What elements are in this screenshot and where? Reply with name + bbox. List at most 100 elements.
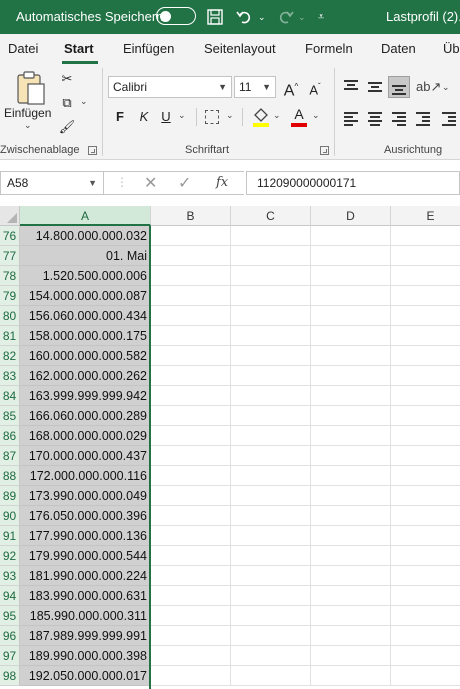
select-all-button[interactable] [0,206,20,226]
row-header[interactable]: 85 [0,406,20,426]
paste-button-label[interactable]: Einfügen [4,106,51,120]
grid-cell[interactable] [311,286,391,306]
grid-cell[interactable]: 176.050.000.000.396 [20,506,151,526]
format-painter-icon[interactable]: 🖌 [56,116,78,138]
grid-cell[interactable] [391,646,460,666]
grid-cell[interactable] [311,346,391,366]
grid-cell[interactable] [151,366,231,386]
undo-dropdown-icon[interactable]: ⌄ [258,6,266,28]
grid-cell[interactable] [311,246,391,266]
grid-cell[interactable] [231,366,311,386]
insert-function-button[interactable]: fx [216,175,228,190]
align-top-icon[interactable] [344,80,358,92]
grid-cell[interactable] [231,406,311,426]
row-header[interactable]: 98 [0,666,20,686]
customize-toolbar-icon[interactable]: ⩡ [318,6,324,28]
borders-icon[interactable] [205,110,219,124]
grid-cell[interactable] [151,586,231,606]
grid-cell[interactable] [151,646,231,666]
grid-cell[interactable] [311,646,391,666]
tab-seitenlayout[interactable]: Seitenlayout [204,41,276,56]
grid-cell[interactable] [311,566,391,586]
grid-cell[interactable]: 189.990.000.000.398 [20,646,151,666]
italic-button[interactable]: K [136,106,152,128]
grid-cell[interactable] [151,506,231,526]
grid-cell[interactable] [231,306,311,326]
grid-cell[interactable] [231,626,311,646]
grid-cell[interactable]: 162.000.000.000.262 [20,366,151,386]
row-header[interactable]: 79 [0,286,20,306]
grid-cell[interactable] [311,366,391,386]
column-header-c[interactable]: C [231,206,311,226]
row-header[interactable]: 92 [0,546,20,566]
grid-cell[interactable] [231,346,311,366]
orientation-icon[interactable]: ab↗ [416,76,441,98]
grid-cell[interactable] [151,346,231,366]
grid-cell[interactable] [151,446,231,466]
grid-cell[interactable] [311,626,391,646]
grid-cell[interactable] [311,426,391,446]
grid-cell[interactable] [151,666,231,686]
paste-icon[interactable] [14,70,48,108]
grid-cell[interactable] [391,486,460,506]
increase-indent-icon[interactable] [442,112,456,126]
grid-cell[interactable] [231,226,311,246]
grid-cell[interactable]: 183.990.000.000.631 [20,586,151,606]
formula-input[interactable]: 112090000000171 [246,171,460,195]
row-header[interactable]: 78 [0,266,20,286]
grid-cell[interactable] [391,506,460,526]
grid-cell[interactable] [151,386,231,406]
font-color-dropdown-icon[interactable]: ⌄ [312,110,320,121]
grid-cell[interactable] [231,506,311,526]
column-header-e[interactable]: E [391,206,460,226]
grid-cell[interactable] [391,446,460,466]
underline-button[interactable]: U [158,106,174,128]
row-header[interactable]: 76 [0,226,20,246]
grid-cell[interactable] [231,646,311,666]
font-size-combo[interactable]: 11 ▼ [234,76,276,98]
grid-cell[interactable] [151,306,231,326]
grid-cell[interactable] [151,486,231,506]
grid-cell[interactable] [231,246,311,266]
grid-cell[interactable] [391,386,460,406]
grid-cell[interactable] [151,226,231,246]
grid-cell[interactable] [311,386,391,406]
grid-cell[interactable] [151,406,231,426]
align-bottom-button[interactable] [388,76,410,98]
grid-cell[interactable]: 187.989.999.999.991 [20,626,151,646]
row-header[interactable]: 82 [0,346,20,366]
grid-cell[interactable] [151,466,231,486]
cut-icon[interactable]: ✂ [56,68,78,90]
grid-cell[interactable] [311,406,391,426]
grid-cell[interactable] [391,586,460,606]
grid-cell[interactable] [231,426,311,446]
copy-dropdown-icon[interactable]: ⌄ [80,96,88,107]
grid-cell[interactable]: 160.000.000.000.582 [20,346,151,366]
grid-cell[interactable] [391,366,460,386]
grid-cell[interactable] [311,486,391,506]
grid-cell[interactable] [311,466,391,486]
row-header[interactable]: 84 [0,386,20,406]
grid-cell[interactable] [151,546,231,566]
row-header[interactable]: 83 [0,366,20,386]
column-header-d[interactable]: D [311,206,391,226]
grid-cell[interactable] [311,526,391,546]
decrease-indent-icon[interactable] [416,112,430,126]
grid-cell[interactable] [311,606,391,626]
grid-cell[interactable]: 172.000.000.000.116 [20,466,151,486]
underline-dropdown-icon[interactable]: ⌄ [178,110,186,121]
cancel-icon[interactable]: ✕ [144,173,157,193]
column-header-b[interactable]: B [151,206,231,226]
grid-cell[interactable] [231,446,311,466]
grid-cell[interactable]: 1.520.500.000.006 [20,266,151,286]
grid-cell[interactable] [391,566,460,586]
grid-cell[interactable] [231,606,311,626]
tab-ueberpruefen[interactable]: Üb [443,41,460,56]
shrink-font-button[interactable]: Aˇ [306,76,324,98]
grid-cell[interactable] [391,626,460,646]
name-box[interactable]: A58 ▼ [0,171,104,195]
grid-cell[interactable] [391,546,460,566]
grid-cell[interactable] [311,306,391,326]
grid-cell[interactable] [151,326,231,346]
grid-cell[interactable]: 168.000.000.000.029 [20,426,151,446]
